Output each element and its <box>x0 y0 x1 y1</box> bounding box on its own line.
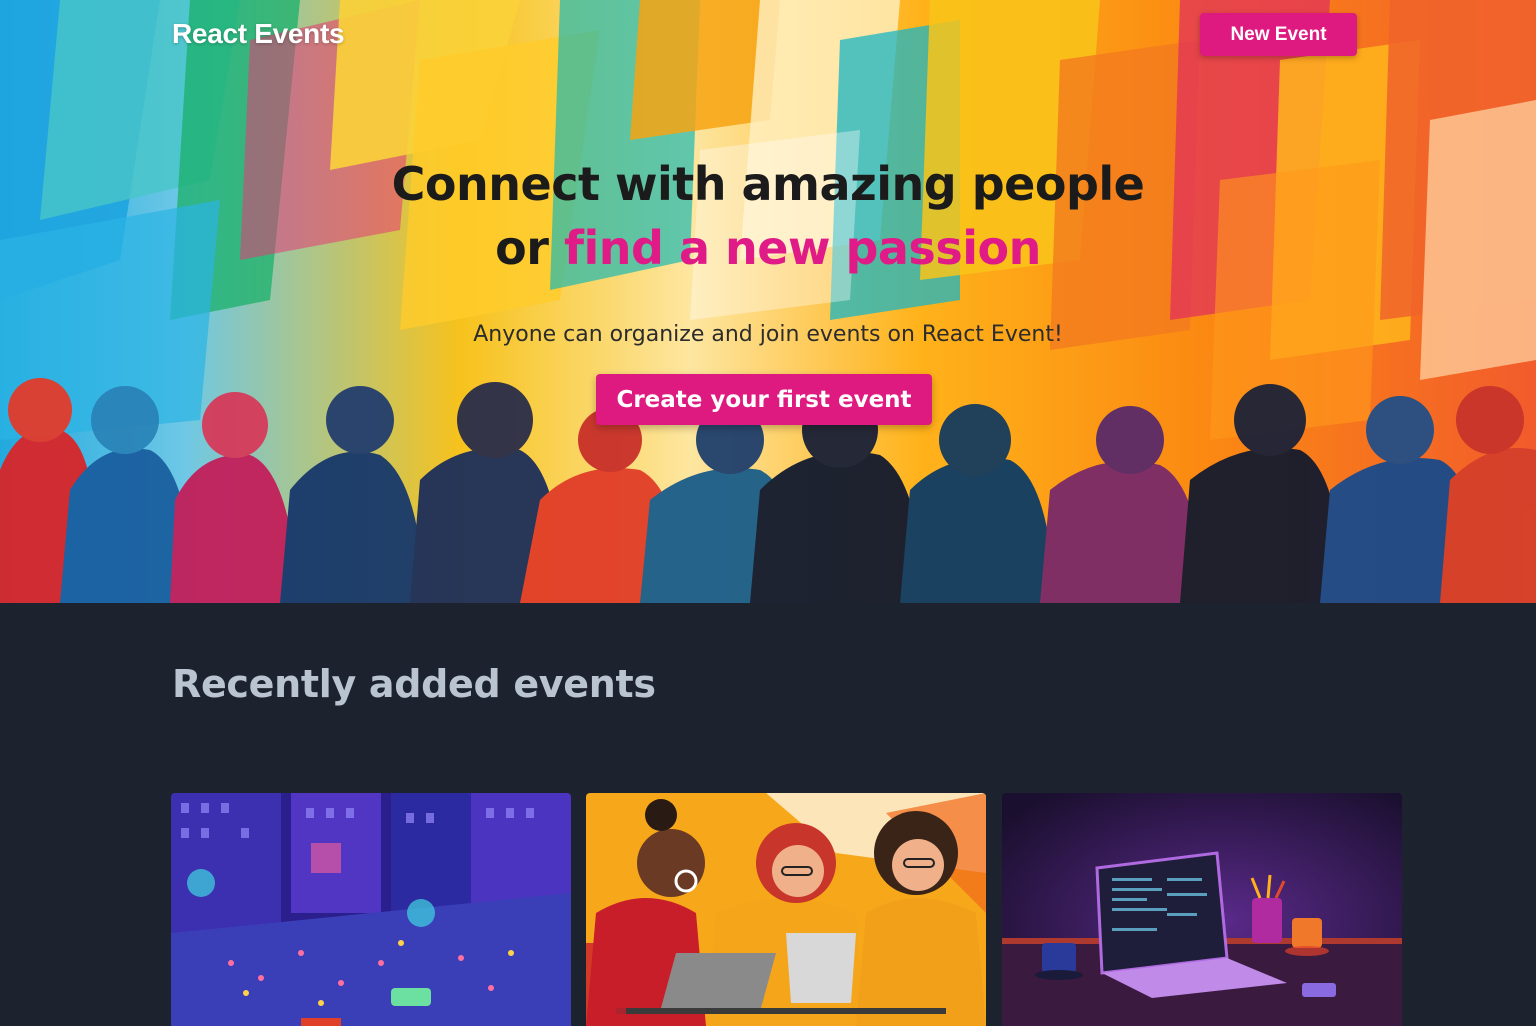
hero-title-accent: find a new passion <box>563 221 1041 275</box>
night-city-crowd-image <box>171 793 571 1026</box>
recent-events-heading: Recently added events <box>172 662 656 706</box>
hero-section: React Events New Event Connect with amaz… <box>0 0 1536 603</box>
hero-title-line2-prefix: or <box>495 221 564 275</box>
hero-subtitle: Anyone can organize and join events on R… <box>473 322 1063 347</box>
app-logo[interactable]: React Events <box>172 18 345 50</box>
event-card[interactable] <box>171 793 571 1026</box>
hero-background-illustration <box>0 0 1536 603</box>
event-card[interactable] <box>1002 793 1402 1026</box>
create-first-event-button[interactable]: Create your first event <box>596 374 932 425</box>
laptop-on-desk-image <box>1002 793 1402 1026</box>
event-card[interactable] <box>586 793 986 1026</box>
new-event-button[interactable]: New Event <box>1200 13 1357 56</box>
hero-title-line1: Connect with amazing people <box>391 157 1145 211</box>
women-with-laptops-image <box>586 793 986 1026</box>
hero-title: Connect with amazing people or find a ne… <box>0 152 1536 280</box>
